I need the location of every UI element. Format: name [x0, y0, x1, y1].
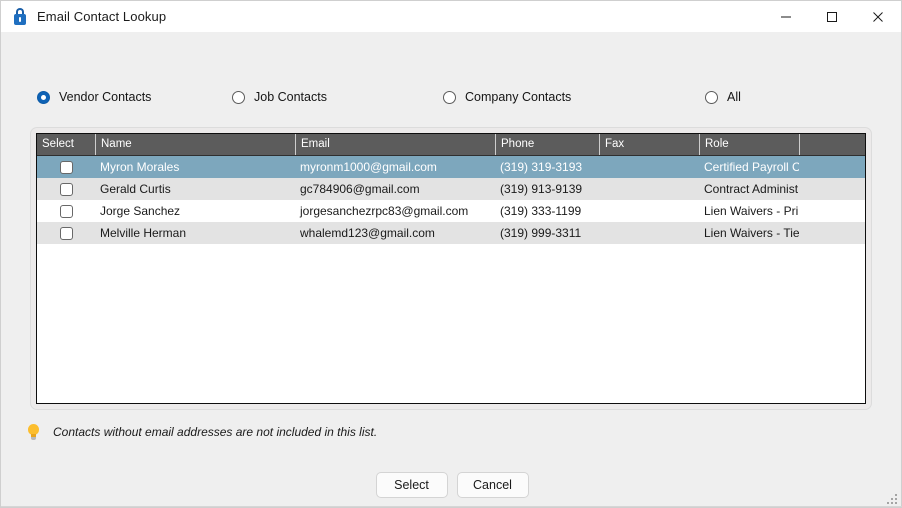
row-checkbox[interactable] [59, 226, 73, 240]
radio-indicator [705, 90, 718, 104]
title-bar: Email Contact Lookup [1, 1, 901, 32]
radio-label: All [727, 90, 741, 104]
bottom-divider [1, 506, 902, 507]
radio-vendor-contacts[interactable]: Vendor Contacts [37, 85, 151, 109]
column-header-email[interactable]: Email [295, 134, 495, 155]
grid-body: Myron Morales myronm1000@gmail.com (319)… [37, 156, 865, 244]
lock-icon [12, 8, 28, 25]
row-checkbox[interactable] [59, 204, 73, 218]
cell-name: Jorge Sanchez [100, 204, 181, 218]
cell-name: Myron Morales [100, 160, 180, 174]
row-select-cell[interactable] [37, 226, 95, 240]
cell-email: gc784906@gmail.com [300, 182, 420, 196]
radio-indicator [443, 90, 456, 104]
column-header-role[interactable]: Role [699, 134, 799, 155]
window-controls [763, 1, 901, 32]
column-header-fax[interactable]: Fax [599, 134, 699, 155]
grid-header-row: Select Name Email Phone Fax Role [37, 134, 865, 156]
cell-name: Gerald Curtis [100, 182, 171, 196]
radio-label: Job Contacts [254, 90, 327, 104]
dialog-actions: Select Cancel [1, 472, 902, 498]
radio-label: Company Contacts [465, 90, 572, 104]
table-row[interactable]: Gerald Curtis gc784906@gmail.com (319) 9… [37, 178, 865, 200]
lightbulb-icon [27, 423, 40, 441]
radio-company-contacts[interactable]: Company Contacts [443, 85, 571, 109]
cell-name: Melville Herman [100, 226, 187, 240]
row-select-cell[interactable] [37, 182, 95, 196]
hint-text: Contacts without email addresses are not… [53, 425, 378, 439]
cell-email: myronm1000@gmail.com [300, 160, 437, 174]
row-select-cell[interactable] [37, 160, 95, 174]
cell-role: Lien Waivers - Pri... [704, 204, 799, 218]
row-select-cell[interactable] [37, 204, 95, 218]
cell-email: jorgesanchezrpc83@gmail.com [300, 204, 469, 218]
radio-indicator [37, 90, 50, 104]
table-row[interactable]: Jorge Sanchez jorgesanchezrpc83@gmail.co… [37, 200, 865, 222]
radio-job-contacts[interactable]: Job Contacts [232, 85, 327, 109]
cell-role: Lien Waivers - Tier [704, 226, 799, 240]
cell-role: Contract Administ... [704, 182, 799, 196]
close-icon[interactable] [855, 1, 901, 32]
contacts-grid[interactable]: Select Name Email Phone Fax Role Myron M… [36, 133, 866, 404]
column-header-phone[interactable]: Phone [495, 134, 599, 155]
radio-indicator [232, 90, 245, 104]
cell-phone: (319) 999-3311 [500, 226, 582, 240]
radio-label: Vendor Contacts [59, 90, 152, 104]
table-row[interactable]: Myron Morales myronm1000@gmail.com (319)… [37, 156, 865, 178]
cell-role: Certified Payroll C... [704, 160, 799, 174]
window-title: Email Contact Lookup [37, 9, 167, 24]
column-header-spacer [799, 134, 865, 155]
cell-phone: (319) 319-3193 [500, 160, 583, 174]
cancel-button[interactable]: Cancel [456, 472, 529, 498]
email-contact-lookup-dialog: Email Contact Lookup Vendor Contacts Job… [0, 0, 902, 508]
cell-email: whalemd123@gmail.com [300, 226, 435, 240]
contact-type-radio-group: Vendor Contacts Job Contacts Company Con… [1, 85, 902, 109]
column-header-name[interactable]: Name [95, 134, 295, 155]
row-checkbox[interactable] [59, 160, 73, 174]
resize-grip[interactable] [884, 491, 897, 504]
contacts-grid-frame: Select Name Email Phone Fax Role Myron M… [30, 127, 872, 410]
cell-phone: (319) 913-9139 [500, 182, 583, 196]
select-button[interactable]: Select [375, 472, 448, 498]
table-row[interactable]: Melville Herman whalemd123@gmail.com (31… [37, 222, 865, 244]
radio-all[interactable]: All [705, 85, 741, 109]
hint-message: Contacts without email addresses are not… [27, 422, 377, 442]
maximize-icon[interactable] [809, 1, 855, 32]
minimize-icon[interactable] [763, 1, 809, 32]
cell-phone: (319) 333-1199 [500, 204, 582, 218]
row-checkbox[interactable] [59, 182, 73, 196]
column-header-select[interactable]: Select [37, 134, 95, 155]
